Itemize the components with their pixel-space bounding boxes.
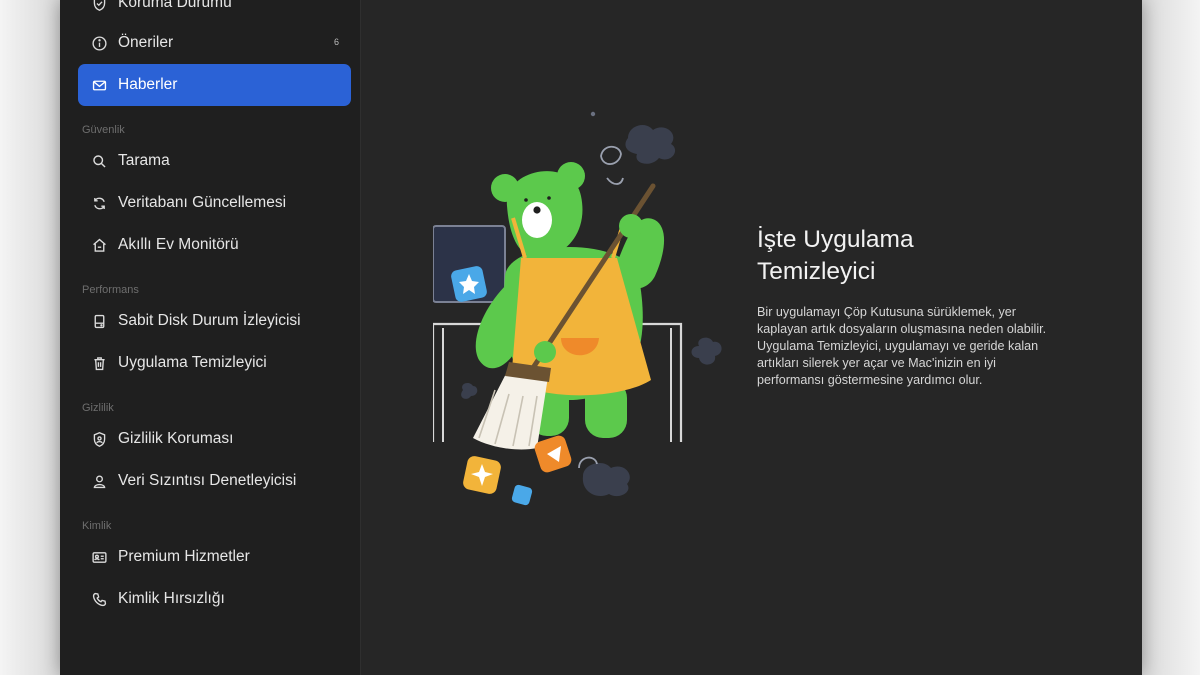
green-bear-sweeping-illustration [433,111,722,506]
sidebar-item-privacy-protection[interactable]: Gizlilik Koruması [78,418,351,460]
sidebar-item-label: Premium Hizmetler [118,548,250,565]
home-icon [90,236,108,254]
section-label-privacy: Gizlilik [82,402,114,414]
sidebar-item-label: Gizlilik Koruması [118,430,234,447]
trash-icon [90,354,108,372]
sidebar-item-label: Veri Sızıntısı Denetleyicisi [118,472,297,489]
user-icon [90,472,108,490]
feature-description: Bir uygulamayı Çöp Kutusuna sürüklemek, … [757,305,1047,387]
privacy-shield-icon [90,430,108,448]
id-card-icon [90,548,108,566]
sidebar-item-label: Koruma Durumu [118,0,232,11]
desktop-background-left [0,0,60,675]
desktop-background-right [1140,0,1200,675]
section-label-security: Güvenlik [82,124,125,136]
sidebar-item-label: Veritabanı Güncellemesi [118,194,287,211]
sidebar-item-label: Sabit Disk Durum İzleyicisi [118,312,301,329]
sidebar-item-data-breach-checker[interactable]: Veri Sızıntısı Denetleyicisi [78,460,351,502]
sidebar-item-identity-theft[interactable]: Kimlik Hırsızlığı [78,578,351,620]
recommendations-count-badge: 6 [333,37,339,47]
sidebar-item-protection-status[interactable]: Koruma Durumu [78,0,351,24]
sidebar-item-label: Akıllı Ev Monitörü [118,236,239,253]
sidebar-item-disk-health-monitor[interactable]: Sabit Disk Durum İzleyicisi [78,300,351,342]
sidebar-item-app-cleaner[interactable]: Uygulama Temizleyici [78,342,351,384]
sidebar-item-premium-services[interactable]: Premium Hizmetler [78,536,351,578]
sidebar-item-recommendations[interactable]: Öneriler 6 [78,22,351,64]
section-label-identity: Kimlik [82,520,112,532]
disk-icon [90,312,108,330]
info-icon [90,34,108,52]
sidebar-item-database-update[interactable]: Veritabanı Güncellemesi [78,182,351,224]
sidebar-item-label: Haberler [118,76,178,93]
shield-check-icon [90,0,108,12]
sidebar-item-smart-home-monitor[interactable]: Akıllı Ev Monitörü [78,224,351,266]
sidebar: Koruma Durumu Öneriler 6 Haberler Güvenl… [60,0,361,675]
refresh-icon [90,194,108,212]
feature-title: İşte Uygulama Temizleyici [757,226,914,285]
sidebar-item-label: Öneriler [118,34,174,51]
sidebar-item-scan[interactable]: Tarama [78,140,351,182]
section-label-performance: Performans [82,284,139,296]
sidebar-item-label: Uygulama Temizleyici [118,354,267,371]
sidebar-item-label: Kimlik Hırsızlığı [118,590,225,607]
app-window: Koruma Durumu Öneriler 6 Haberler Güvenl… [60,0,1142,675]
mail-icon [90,76,108,94]
phone-icon [90,590,108,608]
sidebar-item-label: Tarama [118,152,170,169]
sidebar-item-news[interactable]: Haberler [78,64,351,106]
main-content: İşte Uygulama Temizleyici Bir uygulamayı… [361,0,1142,675]
search-icon [90,152,108,170]
